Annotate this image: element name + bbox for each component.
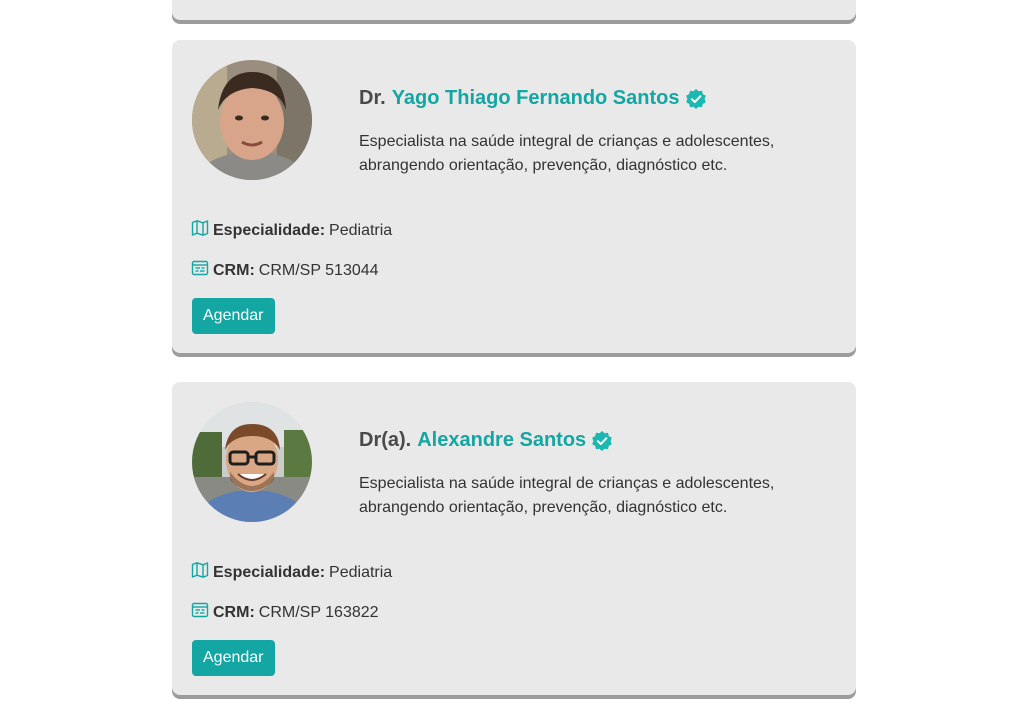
crm-row: CRM: CRM/SP 513044 (191, 259, 379, 282)
doctor-name-heading: Dr(a). Alexandre Santos (359, 429, 613, 452)
specialty-row: Especialidade: Pediatria (191, 561, 392, 584)
doctor-name: Yago Thiago Fernando Santos (391, 87, 680, 109)
id-card-icon (191, 601, 209, 624)
map-icon (191, 561, 209, 584)
doctor-name: Alexandre Santos (417, 429, 587, 451)
doctor-card: Dr. Yago Thiago Fernando Santos Especial… (172, 40, 856, 353)
verified-badge-icon (685, 88, 707, 110)
doctor-card-previous (172, 0, 856, 20)
doctor-name-heading: Dr. Yago Thiago Fernando Santos (359, 87, 707, 110)
verified-badge-icon (591, 430, 613, 452)
crm-label: CRM: (213, 261, 255, 279)
doctor-title: Dr(a). (359, 429, 412, 451)
crm-value: CRM/SP 163822 (258, 603, 379, 621)
specialty-label: Especialidade: (213, 563, 326, 581)
specialty-value: Pediatria (329, 563, 393, 581)
doctor-list: Dr. Yago Thiago Fernando Santos Especial… (0, 0, 1029, 714)
crm-label: CRM: (213, 603, 255, 621)
doctor-avatar (192, 402, 312, 522)
doctor-title: Dr. (359, 87, 386, 109)
id-card-icon (191, 259, 209, 282)
doctor-description: Especialista na saúde integral de crianç… (359, 133, 775, 174)
doctor-avatar (192, 60, 312, 180)
doctor-description: Especialista na saúde integral de crianç… (359, 475, 775, 516)
crm-value: CRM/SP 513044 (258, 261, 379, 279)
specialty-value: Pediatria (329, 221, 393, 239)
crm-row: CRM: CRM/SP 163822 (191, 601, 379, 624)
schedule-button[interactable]: Agendar (192, 298, 275, 334)
doctor-card: Dr(a). Alexandre Santos Especialista na … (172, 382, 856, 695)
map-icon (191, 219, 209, 242)
specialty-row: Especialidade: Pediatria (191, 219, 392, 242)
schedule-button[interactable]: Agendar (192, 640, 275, 676)
specialty-label: Especialidade: (213, 221, 326, 239)
